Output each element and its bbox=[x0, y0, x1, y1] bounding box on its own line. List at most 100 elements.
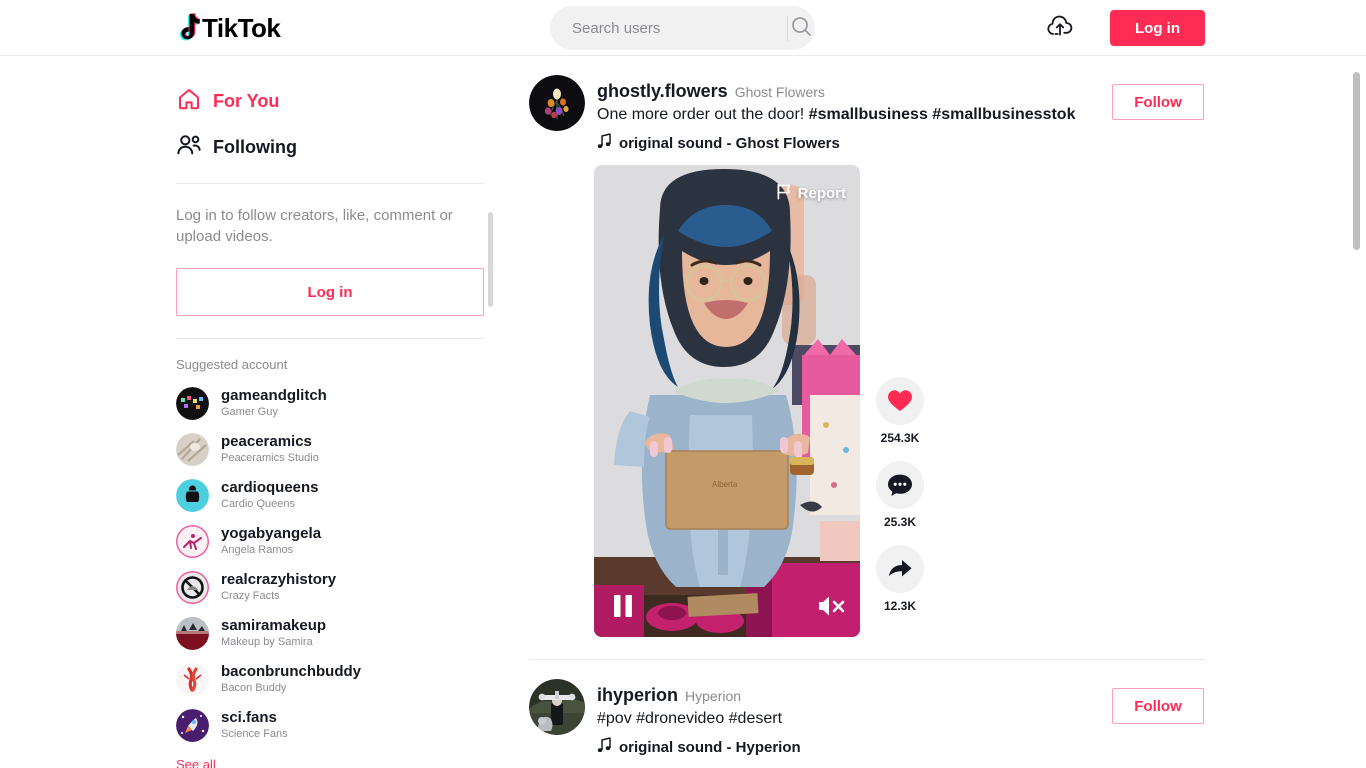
post-music[interactable]: original sound - Ghost Flowers bbox=[597, 133, 1219, 153]
avatar bbox=[176, 478, 209, 512]
account-nickname: Angela Ramos bbox=[221, 544, 294, 556]
share-count: 12.3K bbox=[883, 599, 917, 613]
list-item[interactable]: yogabyangela Angela Ramos bbox=[176, 518, 484, 564]
sidebar-login-button[interactable]: Log in bbox=[176, 268, 484, 316]
logo-wordmark: TikTok bbox=[202, 13, 281, 43]
account-nickname: Science Fans bbox=[221, 728, 288, 740]
video-frame: Alberta bbox=[594, 165, 860, 637]
caption-hashtags[interactable]: #smallbusiness #smallbusinesstok bbox=[809, 106, 1076, 123]
account-nickname: Peaceramics Studio bbox=[221, 452, 319, 464]
account-username: yogabyangela bbox=[221, 525, 322, 542]
list-item[interactable]: cardioqueens Cardio Queens bbox=[176, 472, 484, 518]
top-header: TikTok Log in bbox=[0, 0, 1366, 56]
home-icon bbox=[176, 86, 202, 117]
follow-button[interactable]: Follow bbox=[1112, 688, 1204, 724]
heart-icon bbox=[876, 377, 924, 425]
feed-post: ihyperion Hyperion #pov #dronevideo #des… bbox=[529, 660, 1219, 757]
suggested-accounts-heading: Suggested account bbox=[176, 357, 288, 372]
avatar bbox=[176, 386, 209, 420]
comment-icon bbox=[876, 461, 924, 509]
post-actions: 254.3K 25.3K 12.3K bbox=[876, 377, 924, 637]
account-username: gameandglitch bbox=[221, 387, 327, 404]
list-item[interactable]: realcrazyhistory Crazy Facts bbox=[176, 564, 484, 610]
tiktok-app: TikTok Log in bbox=[0, 0, 1366, 768]
search-bar[interactable] bbox=[550, 6, 815, 50]
sidebar-item-for-you[interactable]: For You bbox=[176, 78, 484, 124]
search-button[interactable] bbox=[787, 6, 815, 50]
video-area: Alberta Report 254.3K 25.3K 12.3K bbox=[594, 165, 1219, 637]
see-all-link[interactable]: See all bbox=[176, 757, 484, 768]
comment-count: 25.3K bbox=[883, 515, 917, 529]
post-author-username[interactable]: ghostly.flowers bbox=[597, 81, 728, 102]
list-item[interactable]: samiramakeup Makeup by Samira bbox=[176, 610, 484, 656]
music-title: original sound - Hyperion bbox=[619, 738, 801, 756]
list-item[interactable]: gameandglitch Gamer Guy bbox=[176, 380, 484, 426]
sidebar-label-for-you: For You bbox=[213, 90, 280, 111]
account-username: realcrazyhistory bbox=[221, 571, 337, 588]
account-nickname: Makeup by Samira bbox=[221, 636, 313, 648]
post-caption: One more order out the door! #smallbusin… bbox=[597, 104, 1077, 125]
account-username: sci.fans bbox=[221, 709, 277, 726]
comment-button[interactable]: 25.3K bbox=[876, 461, 924, 529]
sidebar-item-following[interactable]: Following bbox=[176, 124, 484, 170]
account-nickname: Crazy Facts bbox=[221, 590, 280, 602]
svg-text:Alberta: Alberta bbox=[712, 480, 738, 489]
sidebar-divider-2 bbox=[176, 338, 484, 339]
video-feed: ghostly.flowers Ghost Flowers One more o… bbox=[529, 56, 1219, 768]
share-button[interactable]: 12.3K bbox=[876, 545, 924, 613]
sidebar-divider-1 bbox=[176, 183, 484, 184]
avatar[interactable] bbox=[529, 679, 585, 735]
follow-button[interactable]: Follow bbox=[1112, 84, 1204, 120]
suggested-accounts-list: gameandglitch Gamer Guy peaceramics Peac… bbox=[176, 380, 484, 748]
flag-icon bbox=[776, 183, 792, 204]
account-nickname: Gamer Guy bbox=[221, 406, 278, 418]
search-input[interactable] bbox=[550, 19, 787, 37]
report-button[interactable]: Report bbox=[776, 183, 846, 204]
list-item[interactable]: baconbrunchbuddy Bacon Buddy bbox=[176, 656, 484, 702]
account-nickname: Cardio Queens bbox=[221, 498, 295, 510]
avatar bbox=[176, 662, 209, 696]
avatar bbox=[176, 570, 209, 604]
post-author-nickname: Hyperion bbox=[685, 688, 742, 704]
cloud-upload-icon bbox=[1045, 13, 1075, 43]
like-count: 254.3K bbox=[880, 431, 920, 445]
pause-icon[interactable] bbox=[610, 593, 636, 619]
avatar[interactable] bbox=[529, 75, 585, 131]
music-note-icon bbox=[597, 737, 612, 757]
feed-post: ghostly.flowers Ghost Flowers One more o… bbox=[529, 56, 1219, 660]
list-item[interactable]: peaceramics Peaceramics Studio bbox=[176, 426, 484, 472]
post-music[interactable]: original sound - Hyperion bbox=[597, 737, 1219, 757]
search-icon bbox=[791, 16, 812, 40]
list-item[interactable]: sci.fans Science Fans bbox=[176, 702, 484, 748]
caption-hashtags[interactable]: #pov #dronevideo #desert bbox=[597, 710, 782, 727]
tiktok-logo[interactable]: TikTok bbox=[176, 11, 281, 45]
account-username: peaceramics bbox=[221, 433, 312, 450]
account-nickname: Bacon Buddy bbox=[221, 682, 287, 694]
music-note-icon bbox=[597, 133, 612, 153]
caption-text: One more order out the door! bbox=[597, 106, 809, 123]
sidebar-label-following: Following bbox=[213, 136, 297, 157]
login-prompt-text: Log in to follow creators, like, comment… bbox=[176, 207, 453, 245]
post-author-nickname: Ghost Flowers bbox=[734, 84, 825, 100]
post-author-username[interactable]: ihyperion bbox=[597, 685, 678, 706]
people-icon bbox=[176, 132, 202, 163]
share-icon bbox=[876, 545, 924, 593]
account-username: samiramakeup bbox=[221, 617, 327, 634]
sidebar-scrollbar[interactable] bbox=[488, 212, 493, 307]
muted-icon[interactable] bbox=[816, 593, 846, 619]
like-button[interactable]: 254.3K bbox=[876, 377, 924, 445]
tiktok-note-icon bbox=[176, 13, 201, 43]
avatar bbox=[176, 616, 209, 650]
post-header: ihyperion Hyperion #pov #dronevideo #des… bbox=[529, 679, 1219, 757]
account-username: cardioqueens bbox=[221, 479, 319, 496]
page-scrollbar[interactable] bbox=[1353, 72, 1360, 250]
video-player[interactable]: Alberta Report bbox=[594, 165, 860, 637]
music-title: original sound - Ghost Flowers bbox=[619, 134, 840, 152]
header-login-button[interactable]: Log in bbox=[1110, 10, 1205, 46]
account-username: baconbrunchbuddy bbox=[221, 663, 361, 680]
post-caption: #pov #dronevideo #desert bbox=[597, 708, 1077, 729]
avatar bbox=[176, 432, 209, 466]
post-header: ghostly.flowers Ghost Flowers One more o… bbox=[529, 75, 1219, 153]
avatar bbox=[176, 708, 209, 742]
upload-button[interactable] bbox=[1044, 13, 1076, 43]
